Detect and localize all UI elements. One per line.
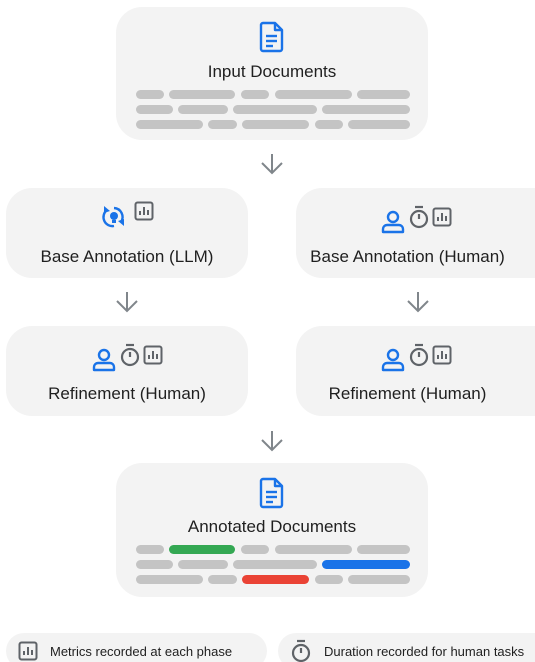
person-icon xyxy=(380,210,406,234)
base-human-icons xyxy=(296,200,535,234)
base-annotation-human-node: Base Annotation (Human) xyxy=(296,188,535,278)
refine-right-title: Refinement (Human) xyxy=(328,384,487,403)
text-line xyxy=(357,545,410,554)
text-line xyxy=(275,90,352,99)
highlight-blue xyxy=(322,560,410,569)
legend-duration: Duration recorded for human tasks xyxy=(278,633,535,662)
base-human-title: Base Annotation (Human) xyxy=(310,247,505,266)
timer-icon xyxy=(408,205,430,229)
input-document-lines xyxy=(136,90,410,135)
highlight-red xyxy=(242,575,309,584)
text-line xyxy=(178,560,228,569)
refine-left-icons xyxy=(6,338,248,372)
metrics-icon xyxy=(18,641,38,661)
document-icon xyxy=(259,477,285,509)
text-line xyxy=(136,105,173,114)
arrow-down-icon xyxy=(260,153,284,175)
text-line xyxy=(169,90,235,99)
timer-icon xyxy=(408,343,430,367)
input-documents-node: Input Documents xyxy=(116,7,428,140)
text-line xyxy=(348,120,410,129)
person-icon xyxy=(91,348,117,372)
input-documents-icons xyxy=(116,21,428,53)
text-line xyxy=(348,575,410,584)
arrow-down-icon xyxy=(406,291,430,313)
text-line xyxy=(233,105,317,114)
metrics-icon xyxy=(432,207,452,227)
base-annotation-llm-node: Base Annotation (LLM) xyxy=(6,188,248,278)
metrics-icon xyxy=(432,345,452,365)
legend-metrics-text: Metrics recorded at each phase xyxy=(50,643,233,659)
legend-metrics: Metrics recorded at each phase xyxy=(6,633,267,662)
text-line xyxy=(242,120,309,129)
refine-left-title: Refinement (Human) xyxy=(48,384,206,403)
text-line xyxy=(136,560,173,569)
base-llm-title: Base Annotation (LLM) xyxy=(40,247,214,266)
text-line xyxy=(178,105,228,114)
text-line xyxy=(275,545,352,554)
input-documents-title: Input Documents xyxy=(207,62,337,81)
text-line xyxy=(136,120,203,129)
refinement-human-left-node: Refinement (Human) xyxy=(6,326,248,416)
text-line xyxy=(136,575,203,584)
text-line xyxy=(208,120,237,129)
metrics-icon xyxy=(143,345,163,365)
base-llm-icons xyxy=(6,201,248,231)
timer-icon xyxy=(119,343,141,367)
timer-icon xyxy=(290,639,312,662)
text-line xyxy=(136,545,164,554)
refinement-human-right-node: Refinement (Human) xyxy=(296,326,535,416)
metrics-icon xyxy=(134,201,154,221)
highlight-green xyxy=(169,545,235,554)
text-line xyxy=(241,545,269,554)
ai-bulb-icon xyxy=(100,201,128,231)
text-line xyxy=(315,575,343,584)
annotated-document-lines xyxy=(136,545,410,590)
refine-right-icons xyxy=(296,338,535,372)
text-line xyxy=(208,575,237,584)
text-line xyxy=(241,90,269,99)
text-line xyxy=(357,90,410,99)
annotated-documents-title: Annotated Documents xyxy=(187,517,357,536)
text-line xyxy=(233,560,317,569)
legend-duration-text: Duration recorded for human tasks xyxy=(324,643,525,659)
arrow-down-icon xyxy=(115,291,139,313)
text-line xyxy=(136,90,164,99)
text-line xyxy=(322,105,410,114)
annotated-documents-node: Annotated Documents xyxy=(116,463,428,597)
annotated-documents-icons xyxy=(116,477,428,509)
person-icon xyxy=(380,348,406,372)
text-line xyxy=(315,120,343,129)
arrow-down-icon xyxy=(260,430,284,452)
document-icon xyxy=(259,21,285,53)
